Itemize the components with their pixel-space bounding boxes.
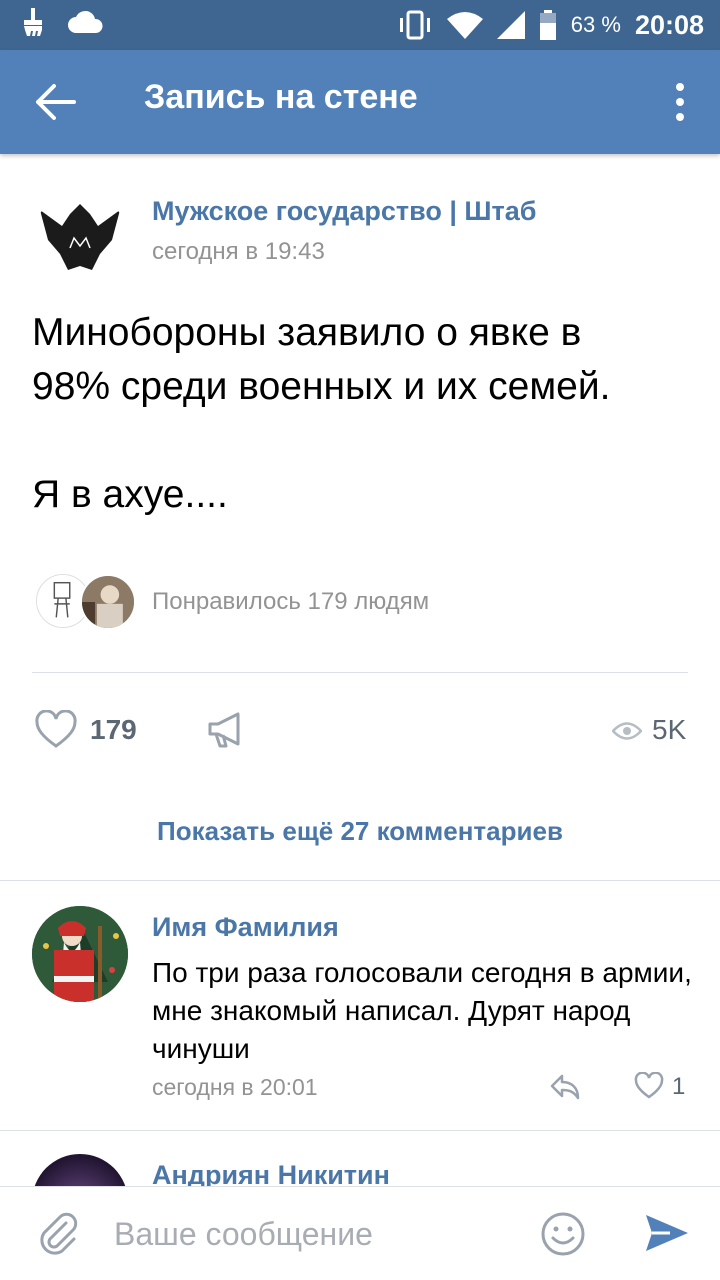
heart-icon[interactable] [34,710,78,750]
battery-percent: 63 % [570,12,621,37]
send-icon[interactable] [644,1211,690,1255]
reply-icon[interactable] [548,1072,580,1102]
more-vertical-icon[interactable] [674,82,686,122]
comment-like-count[interactable]: 1 [672,1073,685,1101]
app-bar: Запись на стене [0,50,720,154]
signal-icon [496,11,525,39]
show-more-comments-link[interactable]: Показать ещё 27 комментариев [0,816,720,847]
post-text-line: Я в ахуе.... [32,473,228,516]
smiley-icon[interactable] [540,1211,586,1257]
commenter-avatar[interactable] [32,906,128,1002]
vibrate-icon [399,10,430,40]
views-count: 5K [652,714,687,745]
like-count[interactable]: 179 [90,714,137,746]
cloud-icon [68,10,103,33]
wifi-icon [446,12,483,39]
post-author-link[interactable]: Мужское государство | Штаб [152,196,536,227]
divider [0,880,720,881]
liked-by-text[interactable]: Понравилось 179 людям [152,588,429,616]
message-composer [0,1186,720,1280]
post-text-line: Минобороны заявило о явке в [32,311,582,354]
paperclip-icon[interactable] [36,1209,80,1257]
arrow-left-icon[interactable] [34,82,78,122]
divider [0,1130,720,1131]
eye-icon [612,722,642,740]
message-input[interactable] [114,1211,514,1257]
comment-timestamp: сегодня в 20:01 [152,1074,318,1100]
status-bar: 63 % 20:08 [0,0,720,50]
community-avatar[interactable] [32,192,128,288]
post-text: Минобороны заявило о явке в 98% среди во… [32,306,692,522]
battery-icon [539,10,556,40]
divider [32,672,688,673]
liker-avatar[interactable] [80,574,136,630]
heart-icon[interactable] [634,1072,664,1100]
clock: 20:08 [634,9,704,40]
post-timestamp: сегодня в 19:43 [152,238,325,265]
brush-icon [24,8,42,36]
page-title: Запись на стене [144,78,418,116]
comment-text: По три раза голосовали сегодня в армии, … [152,957,692,1064]
comment-author-link[interactable]: Имя Фамилия [152,912,339,943]
post-text-line: 98% среди военных и их семей. [32,365,611,408]
megaphone-share-icon[interactable] [204,710,246,750]
